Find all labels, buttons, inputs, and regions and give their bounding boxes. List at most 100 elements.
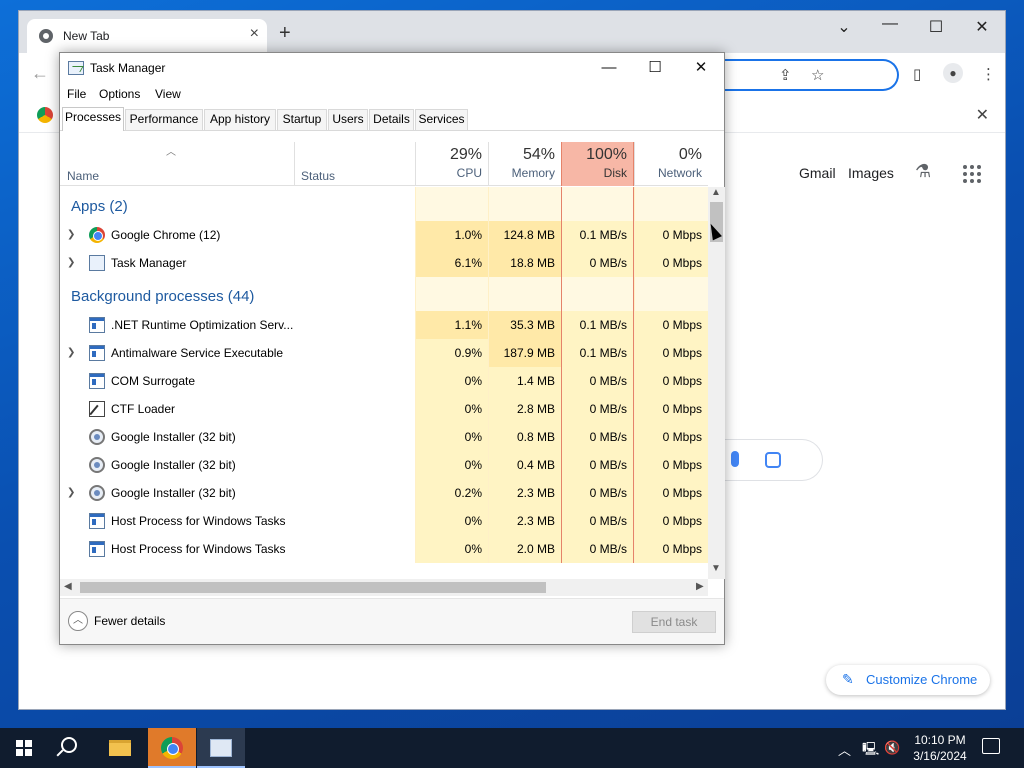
- tab-app-history[interactable]: App history: [204, 109, 276, 130]
- cpu-cell: 6.1%: [415, 249, 488, 277]
- group-apps[interactable]: Apps (2): [60, 187, 708, 221]
- chevron-up-icon[interactable]: ︿: [68, 611, 88, 631]
- column-memory[interactable]: 54% Memory: [488, 142, 561, 186]
- file-explorer-button[interactable]: [97, 728, 145, 768]
- tab-processes[interactable]: Processes: [62, 107, 124, 131]
- maximize-icon[interactable]: ☐: [632, 57, 678, 79]
- disk-cell: 0 MB/s: [561, 535, 634, 563]
- labs-flask-icon[interactable]: ⚗: [915, 161, 931, 182]
- expand-chevron-icon[interactable]: ❯: [67, 487, 75, 498]
- tab-services[interactable]: Services: [415, 109, 468, 130]
- column-network[interactable]: 0% Network: [634, 142, 708, 186]
- cpu-cell: 0.2%: [415, 479, 488, 507]
- chevron-up-icon[interactable]: ︿: [838, 740, 851, 759]
- process-row[interactable]: ❯ Google Chrome (12) 1.0% 124.8 MB 0.1 MB/s 0…: [60, 221, 708, 249]
- title-bar[interactable]: Task Manager — ☐ ✕: [60, 53, 724, 83]
- scroll-right-icon[interactable]: ▶: [696, 581, 704, 592]
- chrome-taskbar-button[interactable]: [148, 728, 196, 768]
- close-bar-icon[interactable]: ✕: [976, 105, 989, 125]
- back-arrow-icon[interactable]: ←: [31, 63, 49, 84]
- close-tab-icon[interactable]: ×: [250, 25, 259, 43]
- minimize-icon[interactable]: —: [586, 57, 632, 79]
- browser-tab-new-tab[interactable]: New Tab ×: [27, 19, 267, 53]
- share-icon[interactable]: ⇪: [779, 66, 792, 84]
- customize-chrome-label: Customize Chrome: [866, 672, 978, 687]
- tab-startup[interactable]: Startup: [277, 109, 327, 130]
- cpu-cell: 0%: [415, 423, 488, 451]
- memory-cell: 187.9 MB: [488, 339, 561, 367]
- menu-file[interactable]: File: [67, 87, 86, 101]
- expand-chevron-icon[interactable]: ❯: [67, 257, 75, 268]
- cpu-cell: 0.9%: [415, 339, 488, 367]
- menu-view[interactable]: View: [155, 87, 181, 101]
- more-menu-icon[interactable]: ⋮: [981, 65, 996, 83]
- menu-options[interactable]: Options: [99, 87, 140, 101]
- new-tab-button[interactable]: +: [279, 23, 291, 43]
- column-name[interactable]: Name: [67, 169, 99, 183]
- close-window-icon[interactable]: ✕: [678, 57, 724, 79]
- profile-avatar-icon[interactable]: ●: [943, 63, 963, 83]
- cpu-cell: 0%: [415, 507, 488, 535]
- scroll-up-icon[interactable]: ▲: [711, 187, 721, 198]
- maximize-icon[interactable]: ☐: [913, 17, 959, 37]
- fewer-details-link[interactable]: Fewer details: [94, 614, 165, 628]
- bookmark-star-icon[interactable]: ☆: [811, 66, 824, 84]
- expand-chevron-icon[interactable]: ❯: [67, 229, 75, 240]
- task-manager-icon: [210, 739, 232, 757]
- volume-muted-icon[interactable]: 🔇: [884, 740, 900, 756]
- horizontal-scroll-thumb[interactable]: [80, 582, 546, 593]
- lens-icon[interactable]: [765, 452, 781, 468]
- side-panel-icon[interactable]: ▯: [913, 65, 921, 83]
- images-link[interactable]: Images: [848, 165, 894, 181]
- clock-date: 3/16/2024: [913, 749, 967, 763]
- disk-cell: [561, 187, 634, 221]
- process-row[interactable]: CTF Loader 0% 2.8 MB 0 MB/s 0 Mbps: [60, 395, 708, 423]
- memory-cell: 124.8 MB: [488, 221, 561, 249]
- end-task-button[interactable]: End task: [632, 611, 716, 633]
- network-cell: 0 Mbps: [634, 339, 708, 367]
- process-row[interactable]: ❯ Antimalware Service Executable 0.9% 187.9…: [60, 339, 708, 367]
- column-status[interactable]: Status: [301, 169, 335, 183]
- process-row[interactable]: Host Process for Windows Tasks 0% 2.0 MB 0 …: [60, 535, 708, 563]
- start-button[interactable]: [0, 728, 48, 768]
- close-window-icon[interactable]: ✕: [959, 17, 1005, 37]
- chrome-favicon-icon: [39, 29, 53, 43]
- group-background-processes[interactable]: Background processes (44): [60, 277, 708, 311]
- disk-cell: 0.1 MB/s: [561, 311, 634, 339]
- voice-search-icon[interactable]: [731, 451, 739, 467]
- process-row[interactable]: ❯ Task Manager 6.1% 18.8 MB 0 MB/s 0 Mbps: [60, 249, 708, 277]
- column-divider: [294, 142, 295, 186]
- cpu-cell: [415, 277, 488, 311]
- memory-cell: 2.3 MB: [488, 479, 561, 507]
- gmail-link[interactable]: Gmail: [799, 165, 836, 181]
- vertical-scrollbar[interactable]: ▲ ▼: [708, 187, 725, 579]
- tab-users[interactable]: Users: [328, 109, 368, 130]
- group-title: Apps (2): [71, 198, 128, 215]
- task-manager-taskbar-button[interactable]: [197, 728, 245, 768]
- process-row[interactable]: Host Process for Windows Tasks 0% 2.3 MB 0 …: [60, 507, 708, 535]
- search-box[interactable]: [725, 439, 823, 481]
- clock[interactable]: 10:10 PM 3/16/2024: [908, 732, 972, 764]
- expand-chevron-icon[interactable]: ❯: [67, 347, 75, 358]
- notification-icon[interactable]: [982, 738, 1000, 754]
- minimize-icon[interactable]: —: [867, 15, 913, 33]
- tab-details[interactable]: Details: [369, 109, 414, 130]
- search-button[interactable]: [48, 728, 96, 768]
- process-row[interactable]: ❯ Google Installer (32 bit) 0.2% 2.3 MB 0 MB…: [60, 479, 708, 507]
- scroll-left-icon[interactable]: ◀: [64, 581, 72, 592]
- scroll-down-icon[interactable]: ▼: [711, 563, 721, 574]
- window-icon: [89, 513, 105, 529]
- network-icon[interactable]: 🖳: [862, 740, 879, 762]
- process-row[interactable]: Google Installer (32 bit) 0% 0.8 MB 0 MB/s 0…: [60, 423, 708, 451]
- column-cpu[interactable]: 29% CPU: [415, 142, 488, 186]
- process-name: .NET Runtime Optimization Serv...: [111, 318, 294, 332]
- process-row[interactable]: .NET Runtime Optimization Serv... 1.1% 35.…: [60, 311, 708, 339]
- column-disk[interactable]: 100% Disk: [561, 142, 634, 186]
- google-apps-icon[interactable]: [963, 165, 981, 183]
- process-row[interactable]: Google Installer (32 bit) 0% 0.4 MB 0 MB/s 0…: [60, 451, 708, 479]
- tab-performance[interactable]: Performance: [125, 109, 203, 130]
- horizontal-scrollbar[interactable]: ◀ ▶: [60, 579, 708, 596]
- chevron-down-icon[interactable]: ⌄: [821, 17, 867, 37]
- customize-chrome-button[interactable]: ✎ Customize Chrome: [826, 665, 990, 695]
- process-row[interactable]: COM Surrogate 0% 1.4 MB 0 MB/s 0 Mbps: [60, 367, 708, 395]
